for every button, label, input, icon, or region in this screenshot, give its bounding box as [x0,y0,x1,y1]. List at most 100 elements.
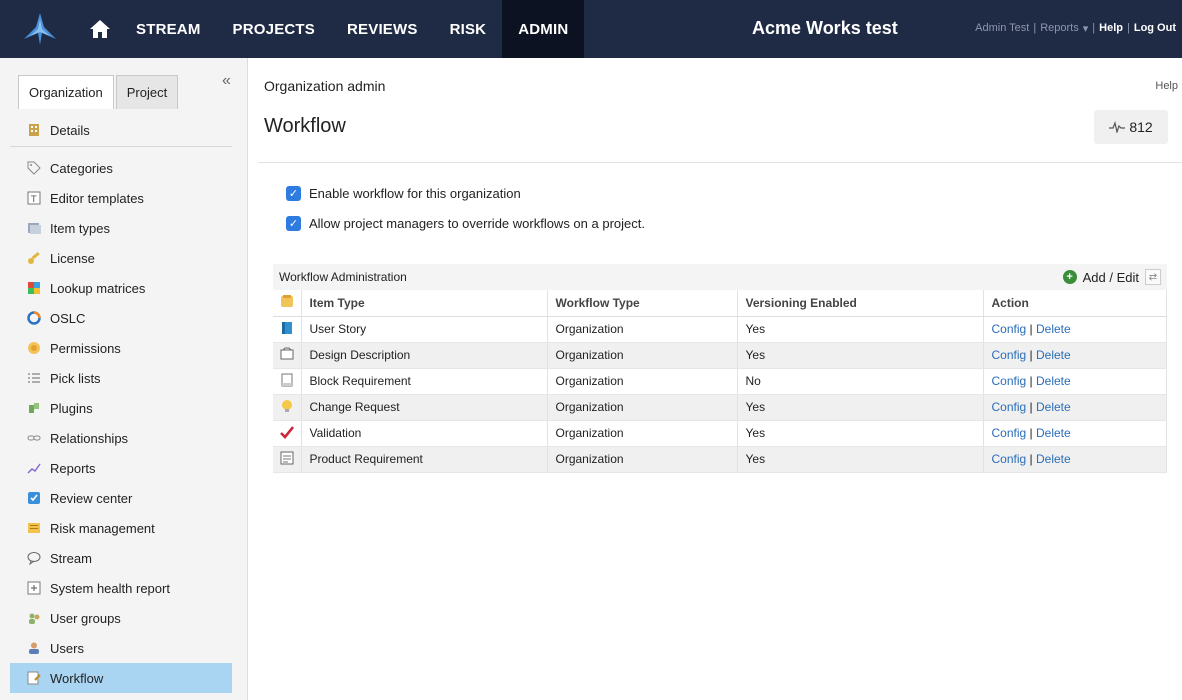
col-versioning-enabled[interactable]: Versioning Enabled [737,290,984,317]
delete-link[interactable]: Delete [1036,426,1071,440]
workflow-type-cell: Organization [547,368,738,395]
workflow-admin-panel: Workflow Administration + Add / Edit ⇄ I… [273,264,1167,473]
workflow-type-cell: Organization [547,446,738,473]
nav-reviews[interactable]: REVIEWS [331,0,434,58]
config-link[interactable]: Config [992,452,1027,466]
sidebar-item-label: Item types [50,220,110,236]
table-row: Product Requirement Organization Yes Config… [273,446,1167,473]
user-name[interactable]: Admin Test [975,22,1029,35]
activity-pulse-badge[interactable]: 812 [1094,110,1168,144]
config-link[interactable]: Config [992,348,1027,362]
config-link[interactable]: Config [992,400,1027,414]
config-link[interactable]: Config [992,322,1027,336]
sidebar-item-label: Users [50,640,84,656]
sidebar-item-reports[interactable]: Reports [10,453,232,483]
delete-link[interactable]: Delete [1036,452,1071,466]
col-workflow-type[interactable]: Workflow Type [547,290,738,317]
table-row: Design Description Organization Yes Config … [273,342,1167,369]
chevron-down-icon[interactable]: ▾ [1083,22,1089,35]
breadcrumb: Organization admin [264,78,386,94]
col-action: Action [983,290,1167,317]
sidebar-item-label: Details [50,122,90,138]
user-menu: Admin Test | Reports ▾ | Help | Log Out [975,22,1176,35]
panel-title: Workflow Administration [279,270,407,284]
add-edit-button[interactable]: + Add / Edit ⇄ [1062,269,1161,285]
template-icon: T [26,190,42,206]
sidebar-item-label: Workflow [50,670,104,686]
sidebar-item-pick-lists[interactable]: Pick lists [10,363,232,393]
checkbox-checked-icon[interactable]: ✓ [286,186,301,201]
versioning-enabled-cell: Yes [737,342,984,369]
config-link[interactable]: Config [992,426,1027,440]
tab-project[interactable]: Project [115,75,179,109]
sidebar-item-plugins[interactable]: Plugins [10,393,232,423]
pulse-icon [1109,121,1126,133]
collapse-sidebar-icon[interactable]: « [222,72,231,90]
permissions-icon [26,340,42,356]
delete-link[interactable]: Delete [1036,400,1071,414]
home-icon[interactable] [80,19,120,39]
chat-icon [26,550,42,566]
reports-menu[interactable]: Reports [1040,22,1079,35]
sidebar-item-categories[interactable]: Categories [10,153,232,183]
option-enable-workflow[interactable]: ✓ Enable workflow for this organization [286,186,521,201]
checkbox-checked-icon[interactable]: ✓ [286,216,301,231]
tab-organization[interactable]: Organization [18,75,114,109]
sidebar-item-oslc[interactable]: OSLC [10,303,232,333]
sidebar-item-review-center[interactable]: Review center [10,483,232,513]
matrix-icon [26,280,42,296]
panel-options-icon[interactable]: ⇄ [1145,269,1161,285]
change-request-icon [273,394,302,421]
nav-risk[interactable]: RISK [434,0,503,58]
item-type-cell: User Story [301,316,548,343]
sidebar-item-details[interactable]: Details [10,114,232,147]
sidebar-item-license[interactable]: License [10,243,232,273]
table-header-row: Item Type Workflow Type Versioning Enabl… [273,290,1167,317]
delete-link[interactable]: Delete [1036,374,1071,388]
sidebar-item-risk-management[interactable]: Risk management [10,513,232,543]
sidebar-item-user-groups[interactable]: User groups [10,603,232,633]
nav-stream[interactable]: STREAM [120,0,217,58]
versioning-enabled-cell: Yes [737,420,984,447]
link-icon [26,430,42,446]
separator: | [1092,22,1096,34]
workflow-type-cell: Organization [547,394,738,421]
separator: | [1029,322,1033,336]
nav-admin[interactable]: ADMIN [502,0,585,58]
sidebar-item-label: Lookup matrices [50,280,146,296]
sidebar-item-relationships[interactable]: Relationships [10,423,232,453]
sidebar-list: Details Categories T Editor templates Item t… [10,114,232,693]
sidebar-item-workflow[interactable]: Workflow [10,663,232,693]
separator: | [1029,374,1033,388]
item-type-cell: Design Description [301,342,548,369]
action-cell: Config | Delete [983,342,1167,369]
app-logo-icon[interactable] [0,0,80,58]
nav-projects[interactable]: PROJECTS [217,0,331,58]
delete-link[interactable]: Delete [1036,322,1071,336]
sidebar-item-label: Permissions [50,340,121,356]
col-item-type[interactable]: Item Type [301,290,548,317]
sidebar-item-label: Review center [50,490,133,506]
sidebar-item-permissions[interactable]: Permissions [10,333,232,363]
sidebar-item-system-health-report[interactable]: System health report [10,573,232,603]
versioning-enabled-cell: Yes [737,394,984,421]
sidebar-item-item-types[interactable]: Item types [10,213,232,243]
sidebar-item-label: Categories [50,160,113,176]
sidebar-item-label: Stream [50,550,92,566]
sidebar-item-label: System health report [50,580,170,596]
sidebar-item-users[interactable]: Users [10,633,232,663]
sidebar-item-label: Editor templates [50,190,144,206]
table-row: Validation Organization Yes Config | Delete [273,420,1167,447]
config-link[interactable]: Config [992,374,1027,388]
delete-link[interactable]: Delete [1036,348,1071,362]
page-help-link[interactable]: Help [1155,80,1178,92]
sidebar-item-lookup-matrices[interactable]: Lookup matrices [10,273,232,303]
sidebar-item-editor-templates[interactable]: T Editor templates [10,183,232,213]
logout-link[interactable]: Log Out [1134,22,1176,35]
sidebar-item-stream[interactable]: Stream [10,543,232,573]
help-link[interactable]: Help [1099,22,1123,35]
item-type-header-icon [280,295,293,308]
review-icon [26,490,42,506]
option-allow-override[interactable]: ✓ Allow project managers to override wor… [286,216,645,231]
divider [258,162,1182,163]
